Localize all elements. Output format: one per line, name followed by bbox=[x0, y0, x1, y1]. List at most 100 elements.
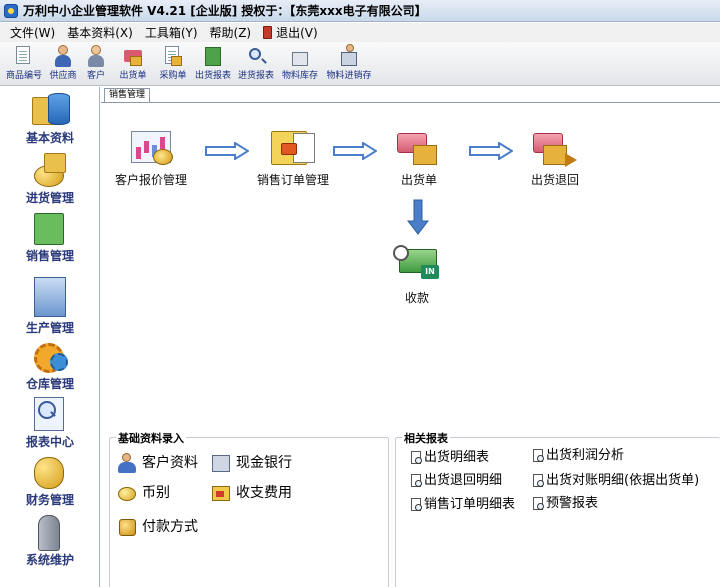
basic-entry-label: 付款方式 bbox=[142, 519, 198, 535]
flow-receive-payment[interactable]: IN 收款 bbox=[391, 243, 443, 305]
basic-entry-income-expense[interactable]: 收支费用 bbox=[210, 482, 292, 504]
flow-arrow-down-icon bbox=[407, 199, 429, 235]
flow-arrow-right-icon bbox=[333, 142, 377, 160]
sidebar-item-basic-data[interactable]: 基本资料 bbox=[0, 91, 100, 145]
menu-toolbox[interactable]: 工具箱(Y) bbox=[139, 24, 204, 41]
report-return-detail[interactable]: 出货退回明细 bbox=[410, 473, 502, 488]
system-maintenance-icon bbox=[28, 513, 72, 553]
menu-basic-data[interactable]: 基本资料(X) bbox=[61, 24, 139, 41]
sidebar-item-label: 销售管理 bbox=[25, 249, 74, 263]
app-icon bbox=[4, 3, 18, 18]
report-search-icon bbox=[532, 473, 544, 488]
basic-entry-group: 基础资料录入 客户资料 现金银行 币别 收支费用 付款方式 bbox=[109, 430, 389, 587]
sales-management-icon bbox=[28, 209, 72, 249]
toolbar-label: 供应商 bbox=[49, 71, 77, 81]
report-center-icon bbox=[28, 395, 72, 435]
purchase-report-icon bbox=[245, 44, 267, 70]
toolbar-shipment-button[interactable]: 出货单 bbox=[112, 44, 154, 82]
flow-label: 销售订单管理 bbox=[257, 173, 330, 187]
sidebar-item-label: 仓库管理 bbox=[25, 377, 74, 391]
sidebar-item-sales[interactable]: 销售管理 bbox=[0, 209, 100, 263]
toolbar-supplier-button[interactable]: 供应商 bbox=[46, 44, 80, 82]
basic-entry-cash-bank[interactable]: 现金银行 bbox=[210, 452, 292, 474]
toolbar-label: 物料进销存 bbox=[326, 71, 372, 81]
customer-icon bbox=[116, 452, 138, 474]
flow-label: 出货单 bbox=[400, 173, 437, 187]
toolbar-material-flow-button[interactable]: 物料进销存 bbox=[322, 44, 376, 82]
flow-shipment[interactable]: 出货单 bbox=[393, 125, 445, 187]
sidebar-item-production[interactable]: 生产管理 bbox=[0, 273, 100, 335]
report-reconcile-detail[interactable]: 出货对账明细(依据出货单) bbox=[532, 473, 699, 488]
sidebar-item-reports[interactable]: 报表中心 bbox=[0, 395, 100, 449]
menu-exit-label: 退出(V) bbox=[276, 26, 318, 40]
flow-sales-order[interactable]: 销售订单管理 bbox=[257, 125, 329, 187]
report-search-icon bbox=[532, 496, 544, 511]
toolbar-shipment-report-button[interactable]: 出货报表 bbox=[192, 44, 234, 82]
group-title: 相关报表 bbox=[402, 430, 450, 446]
menu-bar: 文件(W) 基本资料(X) 工具箱(Y) 帮助(Z) 退出(V) bbox=[0, 23, 720, 42]
report-label: 销售订单明细表 bbox=[424, 497, 516, 512]
main-panel: 销售管理 客户报价管理 销售订单管理 出货单 出货退回 IN 收款 基础资料录入 bbox=[101, 87, 720, 587]
toolbar-product-code-button[interactable]: 商品编号 bbox=[2, 44, 46, 82]
purchase-management-icon bbox=[28, 151, 72, 191]
toolbar-label: 出货报表 bbox=[194, 71, 231, 81]
flow-label: 出货退回 bbox=[530, 173, 579, 187]
basic-entry-customer[interactable]: 客户资料 bbox=[116, 452, 198, 474]
warehouse-management-icon bbox=[28, 337, 72, 377]
basic-entry-payment-method[interactable]: 付款方式 bbox=[116, 516, 198, 538]
toolbar-label: 客户 bbox=[86, 71, 105, 81]
title-bar: 万利中小企业管理软件 V4.21 [企业版] 授权于：【东莞xxx电子有限公司】 bbox=[0, 0, 720, 22]
report-label: 出货利润分析 bbox=[546, 448, 625, 463]
flow-label: 收款 bbox=[404, 291, 429, 305]
toolbar-label: 商品编号 bbox=[5, 71, 42, 81]
toolbar-purchase-report-button[interactable]: 进货报表 bbox=[234, 44, 278, 82]
report-warning[interactable]: 预警报表 bbox=[532, 496, 598, 511]
toolbar-purchase-button[interactable]: 采购单 bbox=[154, 44, 192, 82]
sidebar-item-system[interactable]: 系统维护 bbox=[0, 513, 100, 567]
basic-entry-label: 币别 bbox=[142, 485, 170, 501]
report-order-detail[interactable]: 销售订单明细表 bbox=[410, 497, 515, 512]
sales-order-icon bbox=[267, 125, 319, 171]
report-label: 出货明细表 bbox=[424, 450, 490, 465]
receive-payment-icon: IN bbox=[391, 243, 443, 289]
menu-file[interactable]: 文件(W) bbox=[4, 24, 61, 41]
finance-management-icon bbox=[28, 453, 72, 493]
basic-data-icon bbox=[28, 91, 72, 131]
report-shipment-profit[interactable]: 出货利润分析 bbox=[532, 448, 624, 463]
flow-customer-quote[interactable]: 客户报价管理 bbox=[115, 125, 187, 187]
shipment-return-icon bbox=[529, 125, 581, 171]
toolbar-material-stock-button[interactable]: 物料库存 bbox=[278, 44, 322, 82]
toolbar-label: 进货报表 bbox=[237, 71, 274, 81]
menu-help[interactable]: 帮助(Z) bbox=[204, 24, 258, 41]
basic-entry-label: 现金银行 bbox=[236, 455, 292, 471]
menu-exit[interactable]: 退出(V) bbox=[257, 24, 324, 41]
sidebar-item-finance[interactable]: 财务管理 bbox=[0, 453, 100, 507]
report-shipment-detail[interactable]: 出货明细表 bbox=[410, 450, 489, 465]
toolbar: 商品编号 供应商 客户 出货单 采购单 出货报表 进货报表 物料库存 物料进销存 bbox=[0, 42, 720, 86]
income-expense-icon bbox=[210, 482, 232, 504]
sidebar-item-warehouse[interactable]: 仓库管理 bbox=[0, 337, 100, 391]
flow-shipment-return[interactable]: 出货退回 bbox=[529, 125, 581, 187]
toolbar-customer-button[interactable]: 客户 bbox=[80, 44, 112, 82]
flow-arrow-right-icon bbox=[469, 142, 513, 160]
sidebar-item-label: 进货管理 bbox=[25, 191, 74, 205]
sidebar-item-purchase[interactable]: 进货管理 bbox=[0, 151, 100, 205]
report-label: 出货退回明细 bbox=[424, 473, 503, 488]
group-title: 基础资料录入 bbox=[116, 430, 186, 446]
basic-entry-currency[interactable]: 币别 bbox=[116, 482, 170, 504]
tab-divider bbox=[101, 102, 720, 103]
basic-entry-label: 收支费用 bbox=[236, 485, 292, 501]
flow-label: 客户报价管理 bbox=[115, 173, 188, 187]
purchase-icon bbox=[162, 44, 184, 70]
report-search-icon bbox=[410, 497, 422, 512]
report-label: 预警报表 bbox=[546, 496, 599, 511]
flow-arrow-right-icon bbox=[205, 142, 249, 160]
sidebar: 基本资料 进货管理 销售管理 生产管理 仓库管理 报表中心 财务管理 系统维护 bbox=[0, 87, 100, 587]
basic-entry-label: 客户资料 bbox=[142, 455, 198, 471]
toolbar-label: 出货单 bbox=[119, 71, 147, 81]
supplier-icon bbox=[52, 44, 74, 70]
sidebar-item-label: 系统维护 bbox=[25, 553, 74, 567]
report-search-icon bbox=[410, 450, 422, 465]
tab-sales-management[interactable]: 销售管理 bbox=[104, 88, 151, 102]
sidebar-item-label: 基本资料 bbox=[25, 131, 74, 145]
